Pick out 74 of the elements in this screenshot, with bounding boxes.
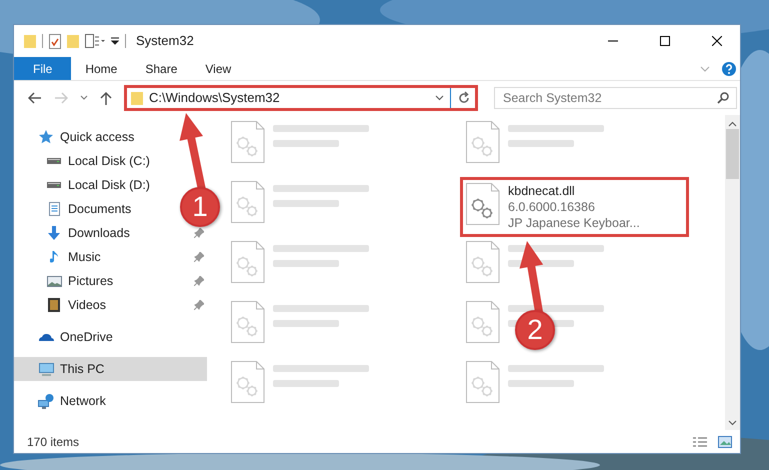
download-icon (48, 226, 60, 240)
dll-file-icon (466, 183, 500, 225)
blurred-file-type (273, 260, 339, 267)
scroll-down-icon[interactable] (728, 420, 737, 426)
blurred-file-type (273, 140, 339, 147)
scrollbar[interactable] (725, 115, 740, 430)
minimize-icon (608, 40, 618, 42)
dll-file-icon (466, 301, 500, 343)
dll-file-icon (231, 181, 265, 223)
ribbon-tab[interactable]: Home (71, 57, 132, 80)
dll-file-icon (466, 361, 500, 403)
blurred-file-type (508, 380, 574, 387)
sidebar-item[interactable]: This PC (14, 357, 207, 381)
computer-icon (38, 362, 54, 376)
sidebar-item[interactable]: Local Disk (C:) (14, 149, 174, 173)
sidebar-item[interactable]: Quick access (14, 125, 207, 149)
sidebar-item[interactable]: Local Disk (D:) (14, 173, 174, 197)
properties-icon[interactable] (49, 34, 61, 48)
blurred-file-type (508, 140, 574, 147)
dll-file-icon (231, 301, 265, 343)
document-icon (48, 202, 60, 216)
dll-file-icon (466, 241, 500, 283)
close-icon (712, 36, 722, 46)
folder-icon (131, 91, 143, 105)
file-item[interactable]: kbdnecat.dll 6.0.6000.16386 JP Japanese Keyboar... (460, 177, 689, 237)
ribbon-tab[interactable]: File (14, 57, 72, 80)
network-icon (38, 394, 54, 408)
sidebar-item[interactable]: Documents (14, 197, 174, 221)
pin-icon[interactable] (194, 228, 204, 238)
dropdown-icon[interactable] (435, 95, 444, 101)
pin-icon[interactable] (194, 276, 204, 286)
scroll-thumb[interactable] (726, 129, 739, 179)
ribbon-tab[interactable]: View (191, 57, 246, 80)
folder-icon (24, 34, 36, 48)
dropdown-icon[interactable] (111, 37, 119, 45)
picture-icon (46, 276, 62, 286)
dll-file-icon (466, 121, 500, 163)
file-detail: 6.0.6000.16386 (508, 199, 596, 215)
dll-file-icon (231, 241, 265, 283)
film-icon (48, 298, 60, 312)
cloud-icon (38, 334, 54, 340)
view-icon[interactable] (85, 34, 105, 48)
sidebar-item[interactable]: OneDrive (14, 325, 207, 349)
large-icons-view-icon[interactable] (718, 436, 732, 448)
pin-icon[interactable] (194, 300, 204, 310)
drive-icon (47, 182, 61, 188)
refresh-icon[interactable] (457, 91, 471, 105)
blurred-file-type (273, 200, 339, 207)
details-view-icon[interactable] (692, 436, 708, 448)
file-name: kbdnecat.dll (508, 183, 576, 199)
drive-icon (47, 158, 61, 164)
star-icon (38, 129, 54, 145)
file-detail: JP Japanese Keyboar... (508, 215, 640, 231)
ribbon-tab[interactable]: Share (131, 57, 192, 80)
help-icon[interactable] (722, 62, 736, 76)
search-icon (717, 92, 729, 104)
sidebar-item[interactable]: Downloads (14, 221, 174, 245)
sidebar-item[interactable]: Network (14, 389, 207, 413)
sidebar-item[interactable]: Videos (14, 293, 174, 317)
pin-icon[interactable] (194, 252, 204, 262)
dll-file-icon (231, 121, 265, 163)
sidebar-item[interactable]: Music (14, 245, 174, 269)
address-bar[interactable]: C:\Windows\System32 (124, 85, 478, 111)
blurred-file-type (273, 320, 339, 327)
dll-file-icon (231, 361, 265, 403)
search-field[interactable]: Search System32 (494, 87, 737, 109)
sidebar-item[interactable]: Pictures (14, 269, 174, 293)
maximize-icon (660, 36, 670, 46)
expand-ribbon-icon[interactable] (700, 66, 710, 72)
item-count: 170 items (27, 434, 80, 450)
blurred-file-type (273, 380, 339, 387)
scroll-up-icon[interactable] (728, 121, 737, 127)
window-title: System32 (136, 32, 194, 50)
music-note-icon (50, 250, 58, 264)
